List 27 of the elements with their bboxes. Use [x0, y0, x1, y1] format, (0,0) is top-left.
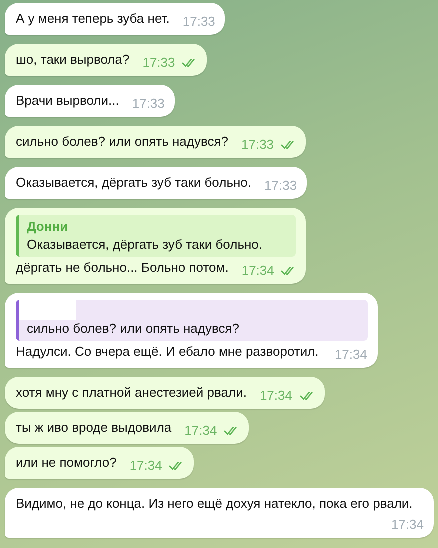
reply-quote[interactable]: сильно болев? или опять надувся? — [16, 300, 368, 341]
message-text: или не помогло? — [16, 454, 117, 472]
message-time: 17:33 — [264, 177, 298, 195]
reply-quote[interactable]: Донни Оказывается, дёргать зуб таки больно. — [16, 215, 296, 257]
message-text: А у меня теперь зуба нет. — [16, 10, 170, 28]
message-time: 17:34 — [391, 516, 424, 534]
message-text: Врачи вырволи... — [16, 92, 120, 110]
message-time: 17:33 — [132, 95, 165, 113]
message-text: сильно болев? или опять надувся? — [16, 133, 228, 151]
message-time: 17:34 — [184, 422, 218, 440]
message-time: 17:33 — [142, 54, 176, 72]
message-text: Надулси. Со вчера ещё. И ебало мне разворотил. — [16, 343, 319, 361]
message-text: ты ж иво вроде выдовила — [16, 419, 172, 437]
reply-text: Оказывается, дёргать зуб таки больно. — [27, 236, 264, 254]
message-time: 17:34 — [130, 457, 162, 475]
message-text: шо, таки вырвола? — [16, 51, 130, 69]
message-text: Видимо, не до конца. Из него ещё дохуя натекло, пока его рвали. — [16, 495, 413, 513]
message-time: 17:34 — [334, 346, 368, 364]
message-time: 17:34 — [242, 262, 274, 280]
reply-author: Донни — [27, 218, 70, 236]
message-time: 17:33 — [182, 13, 216, 31]
message-text: дёргать не больно... Больно потом. — [16, 259, 229, 277]
reply-text: сильно болев? или опять надувся? — [27, 320, 240, 338]
message-time: 17:34 — [260, 387, 292, 405]
message-time: 17:33 — [242, 136, 274, 154]
message-text: Оказывается, дёргать зуб таки больно. — [16, 174, 252, 192]
message-text: хотя мну с платной анестезией рвали. — [16, 384, 247, 402]
